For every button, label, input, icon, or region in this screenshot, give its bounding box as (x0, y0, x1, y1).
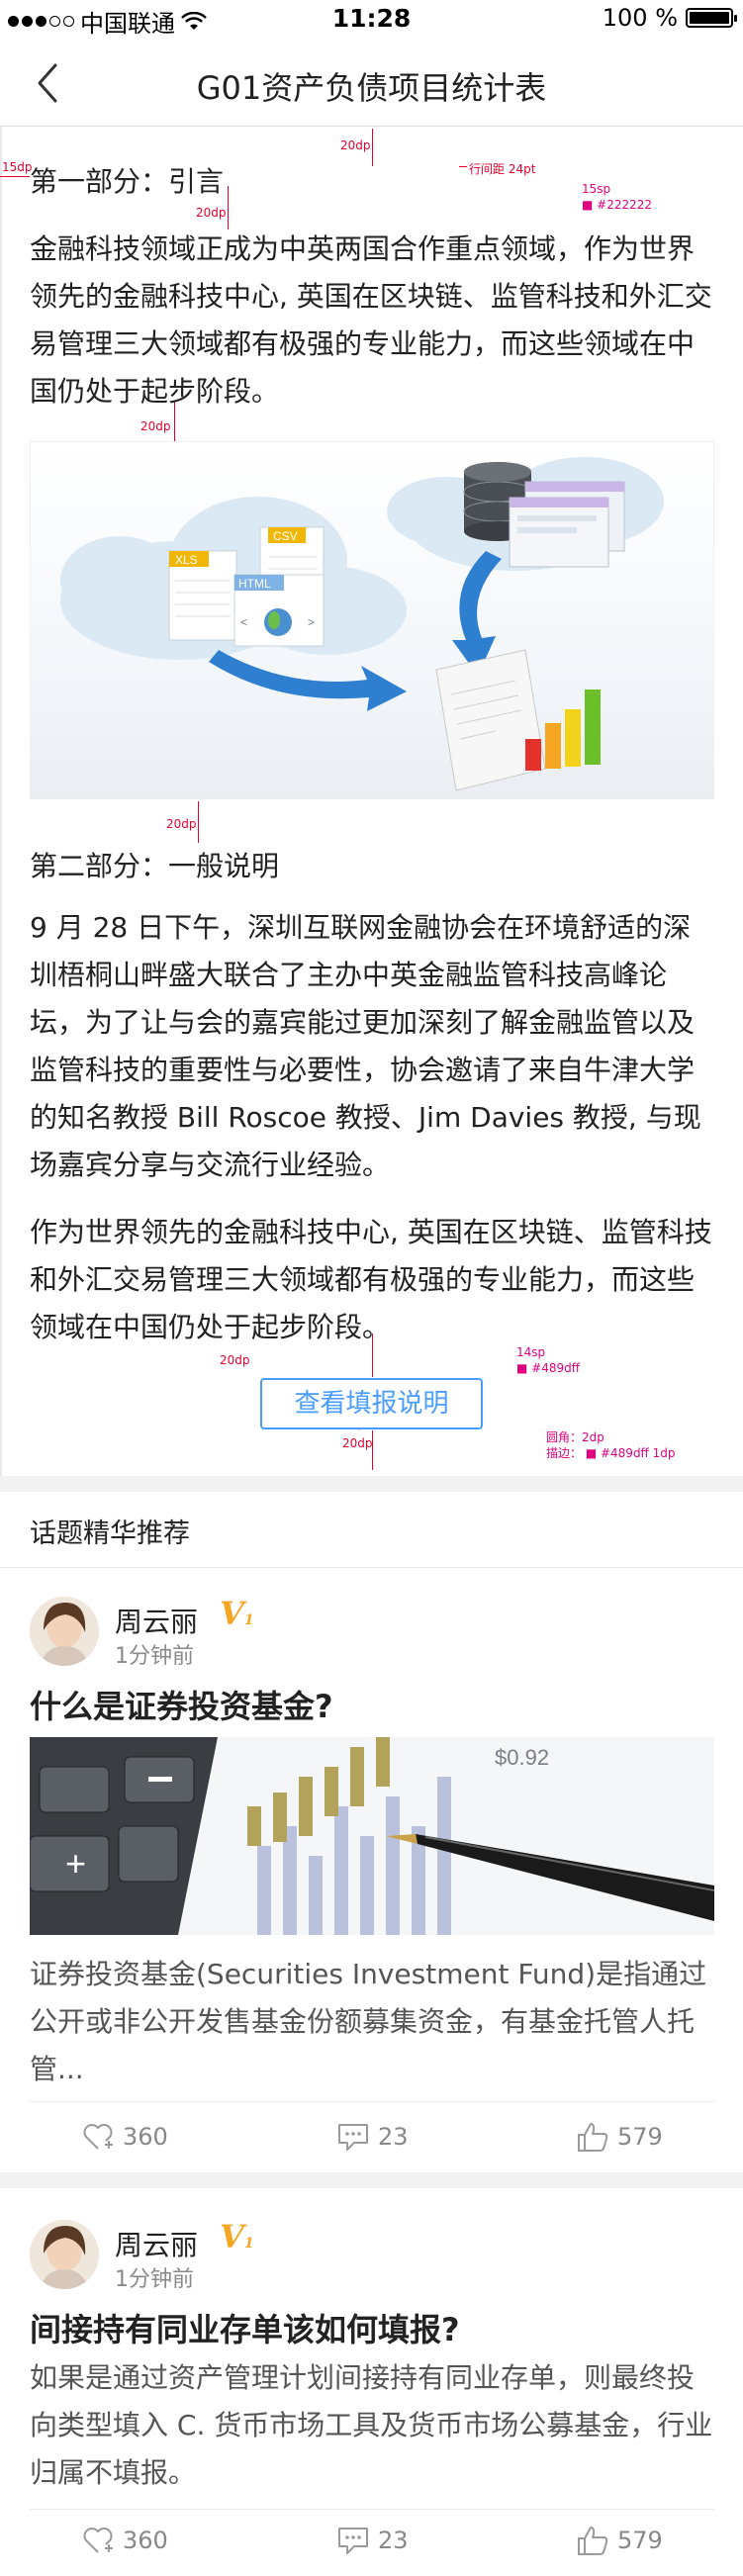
heart-plus-icon (83, 2124, 113, 2150)
annotation-20dp: 20dp (340, 138, 371, 152)
post-summary: 证券投资基金(Securities Investment Fund)是指通过公开… (30, 1958, 707, 2085)
data-export-illustration: XLS CSV HTML < > (30, 441, 714, 799)
battery-icon (686, 8, 737, 28)
divider-line (30, 2509, 714, 2510)
annotation-line (228, 186, 229, 230)
html-label: HTML (238, 577, 271, 591)
csv-label: CSV (273, 529, 298, 543)
annotation-line-spacing: 行间距 24pt (469, 162, 536, 176)
avatar[interactable] (30, 2220, 99, 2289)
like-count: 360 (123, 2123, 168, 2151)
post-title[interactable]: 什么是证券投资基金? (30, 1682, 333, 1727)
status-right: 100 % (602, 4, 737, 32)
section-heading-intro: 第一部分：引言 (30, 165, 225, 198)
view-filing-instructions-button[interactable]: 查看填报说明 (260, 1378, 483, 1429)
annotation-14sp: 14sp (516, 1345, 546, 1359)
annotation-line (198, 801, 199, 843)
calculator-pen-image: $0.92 + (30, 1737, 714, 1935)
post-title[interactable]: 间接持有同业存单该如何填报? (30, 2305, 460, 2350)
general-paragraph-1: 9 月 28 日下午，深圳互联网金融协会在环境舒适的深圳梧桐山畔盛大联合了主办中… (30, 911, 701, 1181)
post-time: 1分钟前 (115, 1644, 194, 1669)
thumbs-up-action[interactable]: 579 (576, 2525, 663, 2556)
annotation-15dp: 15dp (2, 160, 33, 174)
annotation-line (459, 166, 467, 167)
annotation-20dp: 20dp (166, 817, 197, 831)
svg-text:<: < (240, 615, 247, 629)
author-name[interactable]: 周云丽 (115, 2224, 198, 2263)
like-count: 360 (123, 2527, 168, 2554)
post-summary: 如果是通过资产管理计划间接持有同业存单，则最终投向类型填入 C. 货币市场工具及… (30, 2361, 713, 2489)
annotation-20dp: 20dp (342, 1436, 373, 1450)
annotation-20dp: 20dp (196, 206, 227, 220)
comment-count: 23 (378, 2123, 409, 2151)
thumbs-up-count: 579 (617, 2527, 663, 2554)
comment-count: 23 (378, 2527, 409, 2554)
annotation-color-222: ■ #222222 (582, 198, 653, 212)
annotation-border: 描边： ■ #489dff 1dp (546, 1446, 676, 1460)
section-divider (0, 2172, 743, 2188)
like-action[interactable]: 360 (81, 2525, 168, 2556)
annotation-color-489: ■ #489dff (516, 1361, 580, 1375)
verified-badge-icon: V1 (220, 2218, 254, 2255)
content-left-border (0, 127, 2, 1482)
annotation-20dp: 20dp (220, 1353, 250, 1367)
image-price-text: $0.92 (495, 1745, 549, 1770)
verified-badge-icon: V1 (220, 1595, 254, 1632)
annotation-radius: 圆角：2dp (546, 1430, 604, 1444)
battery-text: 100 % (602, 4, 678, 32)
general-paragraph-2: 作为世界领先的金融科技中心, 英国在区块链、监管科技和外汇交易管理三大领域都有极… (30, 1216, 712, 1343)
topic-post[interactable]: 周云丽 V1 1分钟前 什么是证券投资基金? $0.92 + 证券投资基金(Se… (0, 1567, 743, 2172)
annotation-line (0, 176, 30, 177)
topic-post[interactable]: 周云丽 V1 1分钟前 间接持有同业存单该如何填报? 如果是通过资产管理计划间接… (0, 2188, 743, 2576)
author-name[interactable]: 周云丽 (115, 1601, 198, 1640)
section-heading-general: 第二部分：一般说明 (30, 850, 280, 882)
comment-action[interactable]: 23 (336, 2525, 409, 2556)
annotation-20dp: 20dp (140, 419, 171, 433)
annotation-line (372, 1430, 373, 1470)
thumbs-up-action[interactable]: 579 (576, 2121, 663, 2153)
comment-action[interactable]: 23 (336, 2121, 409, 2153)
topics-header: 话题精华推荐 (30, 1518, 190, 1549)
thumbs-up-icon (578, 2527, 608, 2555)
post-time: 1分钟前 (115, 2267, 194, 2292)
intro-paragraph: 金融科技领域正成为中英两国合作重点领域，作为世界领先的金融科技中心, 英国在区块… (30, 232, 712, 408)
nav-bar: G01资产负债项目统计表 (0, 40, 743, 127)
avatar[interactable] (30, 1597, 99, 1666)
heart-plus-icon (83, 2528, 113, 2553)
xls-label: XLS (175, 553, 198, 567)
comment-icon (338, 2528, 368, 2554)
comment-icon (338, 2124, 368, 2151)
annotation-line (372, 1334, 373, 1377)
svg-text:+: + (65, 1843, 86, 1884)
divider-line (30, 2101, 714, 2102)
page-title: G01资产负债项目统计表 (196, 69, 547, 107)
annotation-line (372, 129, 373, 166)
section-divider (0, 1476, 743, 1492)
annotation-15sp: 15sp (582, 182, 611, 196)
status-bar: 中国联通 11:28 100 % (0, 0, 743, 40)
svg-text:>: > (308, 615, 315, 629)
like-action[interactable]: 360 (81, 2121, 168, 2153)
thumbs-up-count: 579 (617, 2123, 663, 2151)
thumbs-up-icon (578, 2123, 608, 2152)
